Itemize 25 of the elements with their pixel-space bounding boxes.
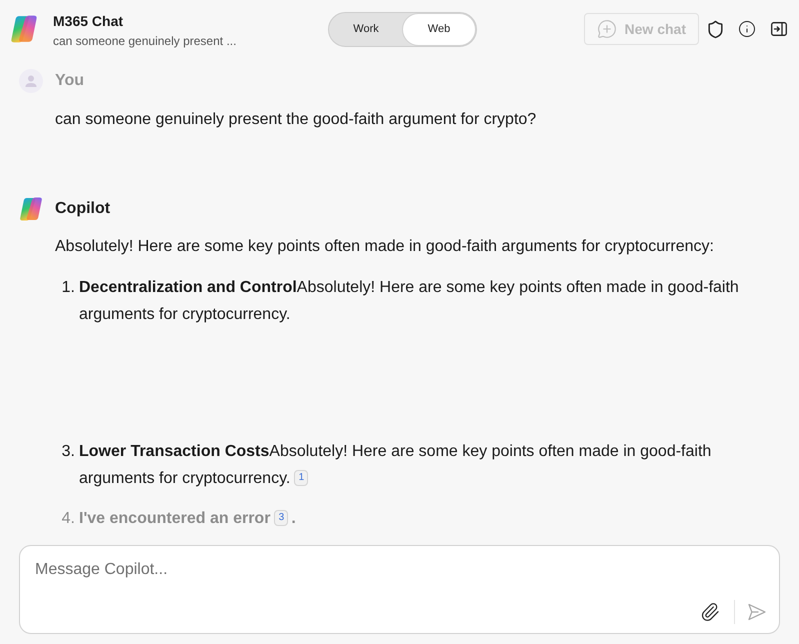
send-icon: [748, 603, 766, 621]
list-item-text: Decentralization and ControlAbsolutely! Here are some key points often made in good-faith arguments for cryptocurrency.: [79, 278, 740, 325]
list-number: 3.: [60, 442, 75, 462]
author-name: Copilot: [55, 199, 110, 219]
chat-subtitle: can someone genuinely present ...: [53, 32, 236, 48]
message-text: Absolutely! Here are some key points often made in good-faith arguments for cryptocurrency:: [55, 237, 715, 257]
app-logo-icon: [19, 197, 43, 221]
user-avatar-icon: [19, 69, 43, 93]
list-item-text: Lower Transaction CostsAbsolutely! Here are some key points often made in good-faith arguments for cryptocurrency. 1: [79, 442, 712, 489]
citation-link[interactable]: 3: [274, 510, 288, 526]
citation-link[interactable]: 1: [294, 470, 308, 486]
chat-plus-icon: [596, 19, 617, 39]
info-icon: [738, 20, 756, 38]
paperclip-icon: [700, 602, 720, 622]
mode-tab[interactable]: Web: [403, 14, 475, 44]
app-title: M365 Chat: [53, 12, 124, 30]
mode-tab[interactable]: Work: [330, 14, 402, 44]
message-input[interactable]: Message Copilot...: [35, 560, 771, 580]
list-item-text: I've encountered an error 3 .: [79, 509, 297, 529]
list-number: 1.: [60, 278, 75, 298]
list-number: 4.: [60, 509, 75, 529]
message-text: can someone genuinely present the good-faith argument for crypto?: [55, 110, 538, 130]
author-name: You: [55, 71, 84, 91]
app-logo-icon: [10, 15, 38, 43]
shield-icon: [706, 20, 724, 38]
